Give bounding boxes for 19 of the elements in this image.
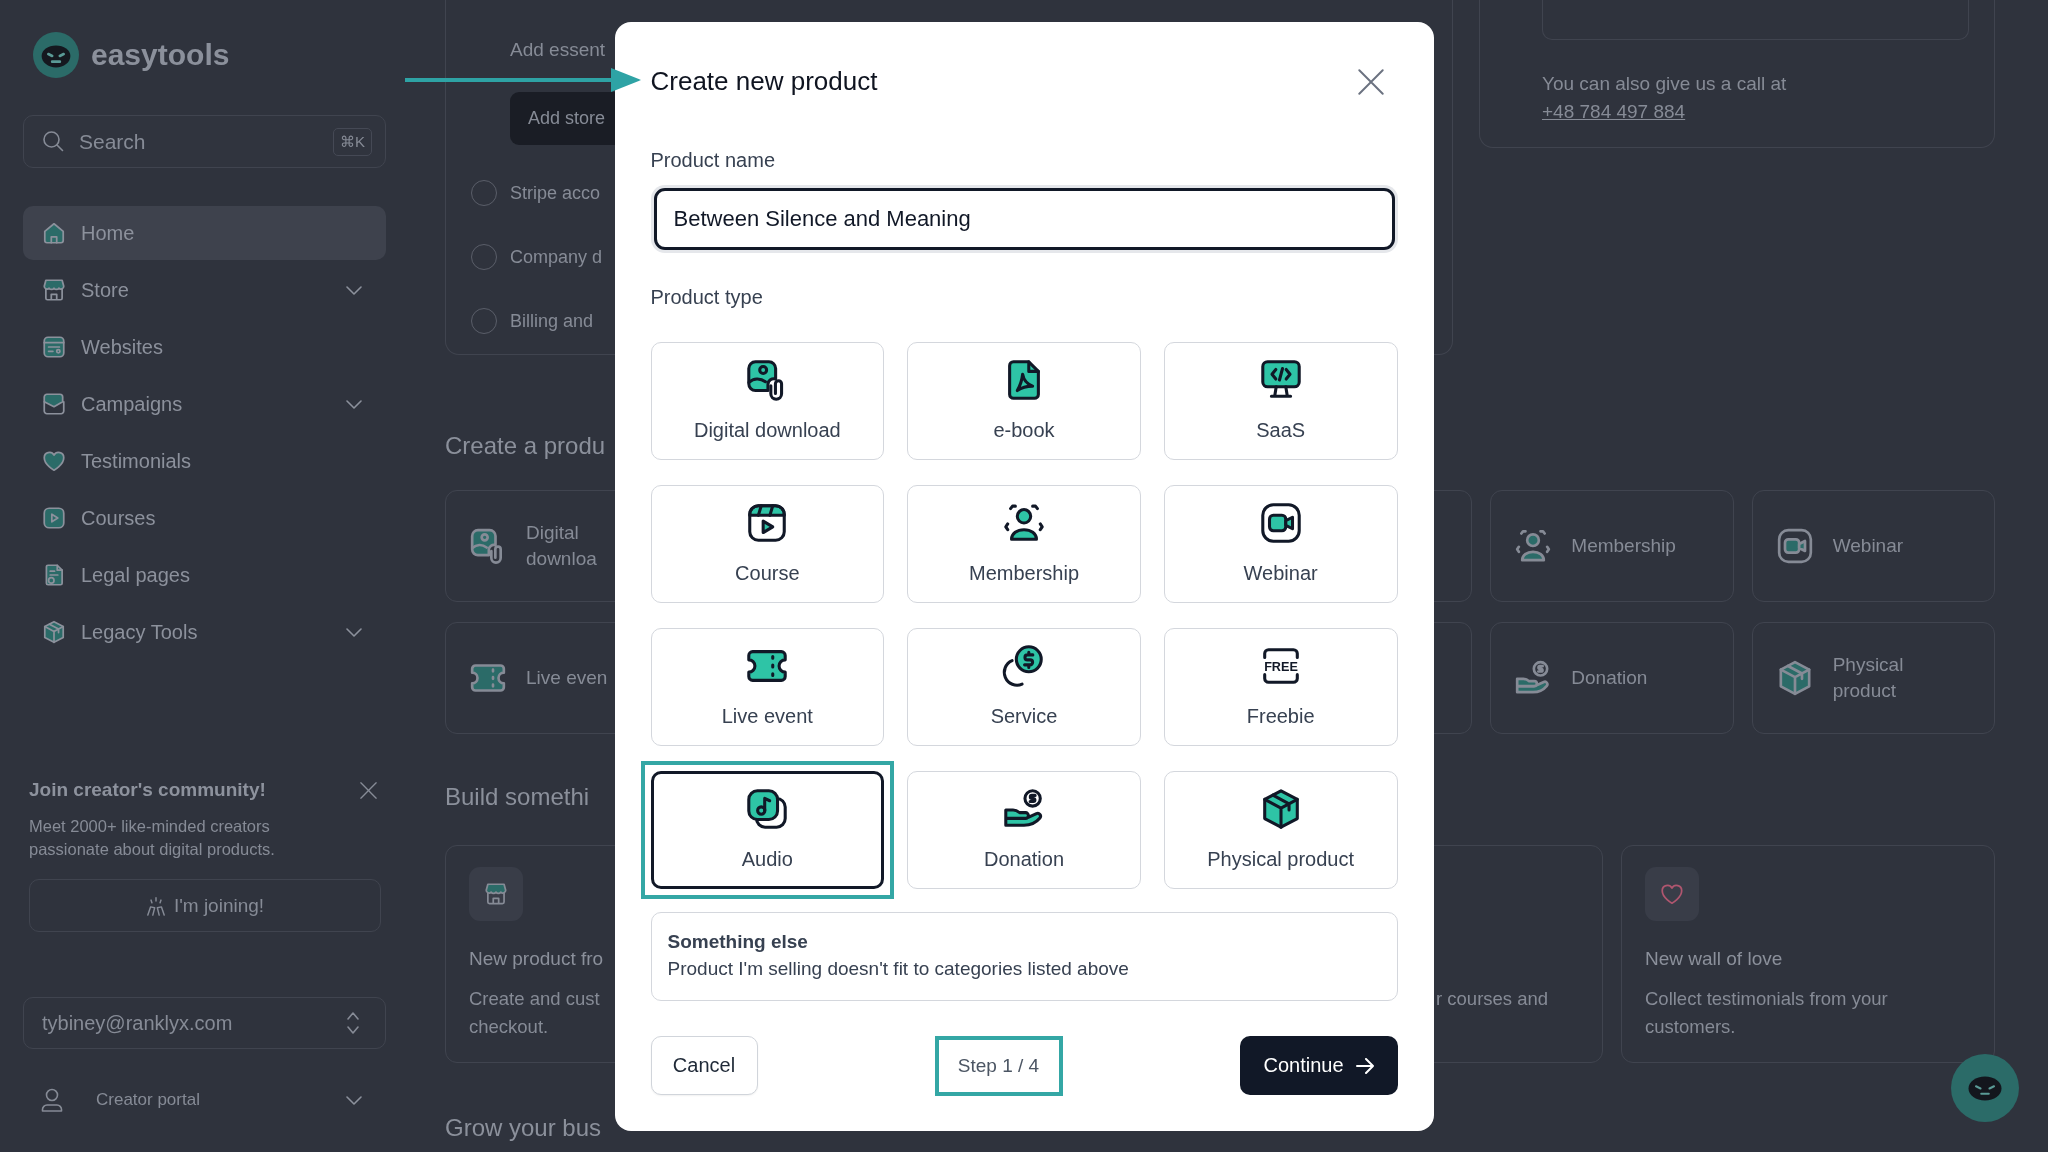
card-description: r courses and: [1436, 987, 1549, 1011]
card-description: Create and cust checkout.: [469, 987, 601, 1039]
card-title: New product fro: [469, 947, 604, 971]
community-description: Meet 2000+ like-minded creators passionate about digital products.: [29, 816, 276, 860]
field-label: Product type: [650, 284, 764, 310]
section-heading: Grow your bus: [445, 1113, 602, 1143]
community-title: Join creator's community!: [29, 779, 266, 801]
field-label: Product name: [650, 147, 776, 173]
step-indicator: Step 1 / 4: [934, 1035, 1063, 1096]
setup-text: Add essent: [510, 38, 606, 62]
section-heading: Build somethi: [445, 782, 590, 812]
contact-text: You can also give us a call at +48 784 497 884: [1542, 72, 1788, 124]
shortcut-key: ⌘K: [333, 128, 372, 156]
card-title: New wall of love: [1645, 947, 1783, 971]
option-description: Product I'm selling doesn't fit to categories listed above: [667, 957, 1129, 981]
card-description: Collect testimonials from your customers.: [1645, 987, 1889, 1039]
brand-name: easytools: [91, 38, 230, 72]
section-heading: Create a produ: [445, 431, 606, 461]
option-title: Something else: [667, 930, 808, 954]
